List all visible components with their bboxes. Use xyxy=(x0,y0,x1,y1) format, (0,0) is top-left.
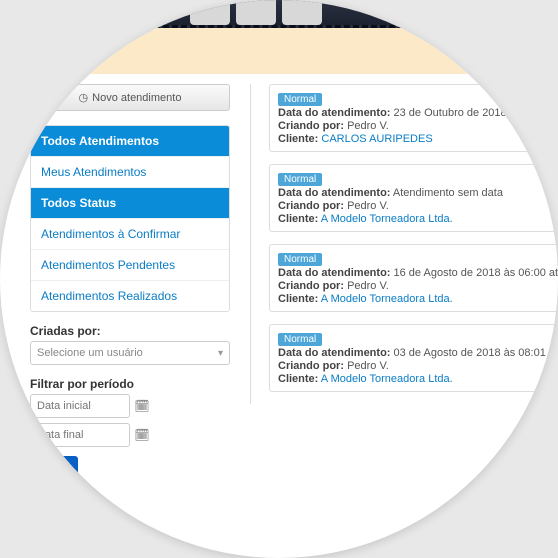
main-list: NormalData do atendimento: 23 de Outubro… xyxy=(250,84,558,404)
date-start-input[interactable] xyxy=(30,394,130,418)
appointment-card[interactable]: NormalData do atendimento: 16 de Agosto … xyxy=(269,244,558,312)
nav-icon[interactable] xyxy=(282,0,322,25)
creator-label: Criando por: xyxy=(278,200,344,212)
calendar-icon[interactable]: 🗓 xyxy=(133,428,151,442)
sidebar-item-0[interactable]: Todos Atendimentos xyxy=(31,126,229,157)
creator-label: Criando por: xyxy=(278,360,344,372)
page-title: entos xyxy=(0,42,33,59)
client-label: Cliente: xyxy=(278,293,318,305)
status-badge: Normal xyxy=(278,253,322,266)
client-label: Cliente: xyxy=(278,133,318,145)
chevron-down-icon xyxy=(218,347,223,359)
sidebar-menu: Todos AtendimentosMeus AtendimentosTodos… xyxy=(30,125,230,312)
new-appointment-button[interactable]: Novo atendimento xyxy=(30,84,230,111)
clock-icon xyxy=(79,91,89,104)
page-header: entos xyxy=(0,28,558,74)
sidebar-item-5[interactable]: Atendimentos Realizados xyxy=(31,281,229,311)
date-label: Data do atendimento: xyxy=(278,187,390,199)
client-label: Cliente: xyxy=(278,213,318,225)
client-link[interactable]: CARLOS AURIPEDES xyxy=(321,133,432,145)
status-badge: Normal xyxy=(278,333,322,346)
status-badge: Normal xyxy=(278,173,322,186)
creator-label: Criando por: xyxy=(278,280,344,292)
creator-value: Pedro V. xyxy=(347,120,389,132)
sidebar: Novo atendimento Todos AtendimentosMeus … xyxy=(30,84,230,478)
date-label: Data do atendimento: xyxy=(278,267,390,279)
date-label: Data do atendimento: xyxy=(278,347,390,359)
top-navbar xyxy=(0,0,558,28)
status-badge: Normal xyxy=(278,93,322,106)
created-by-label: Criadas por: xyxy=(30,324,230,338)
period-label: Filtrar por período xyxy=(30,377,230,391)
date-value: 03 de Agosto de 2018 às 08:01 xyxy=(394,347,546,359)
client-link[interactable]: A Modelo Torneadora Ltda. xyxy=(321,373,453,385)
sidebar-item-1[interactable]: Meus Atendimentos xyxy=(31,157,229,188)
creator-value: Pedro V. xyxy=(347,280,389,292)
created-by-placeholder: Selecione um usuário xyxy=(37,347,143,359)
appointment-card[interactable]: NormalData do atendimento: Atendimento s… xyxy=(269,164,558,232)
date-label: Data do atendimento: xyxy=(278,107,390,119)
new-appointment-label: Novo atendimento xyxy=(92,92,181,104)
client-link[interactable]: A Modelo Torneadora Ltda. xyxy=(321,293,453,305)
client-label: Cliente: xyxy=(278,373,318,385)
creator-value: Pedro V. xyxy=(347,200,389,212)
created-by-select[interactable]: Selecione um usuário xyxy=(30,341,230,365)
sidebar-item-4[interactable]: Atendimentos Pendentes xyxy=(31,250,229,281)
appointment-card[interactable]: NormalData do atendimento: 03 de Agosto … xyxy=(269,324,558,392)
date-end-input[interactable] xyxy=(30,423,130,447)
filter-button[interactable]: Filtrar xyxy=(30,456,78,478)
nav-icon[interactable] xyxy=(190,0,230,25)
date-value: 23 de Outubro de 2018 às 1 xyxy=(394,107,531,119)
nav-icon[interactable] xyxy=(236,0,276,25)
sidebar-item-2[interactable]: Todos Status xyxy=(31,188,229,219)
client-link[interactable]: A Modelo Torneadora Ltda. xyxy=(321,213,453,225)
calendar-icon[interactable]: 🗓 xyxy=(133,399,151,413)
creator-value: Pedro V. xyxy=(347,360,389,372)
sidebar-item-3[interactable]: Atendimentos à Confirmar xyxy=(31,219,229,250)
creator-label: Criando por: xyxy=(278,120,344,132)
date-value: 16 de Agosto de 2018 às 06:00 ate xyxy=(394,267,558,279)
appointment-card[interactable]: NormalData do atendimento: 23 de Outubro… xyxy=(269,84,558,152)
date-value: Atendimento sem data xyxy=(393,187,503,199)
